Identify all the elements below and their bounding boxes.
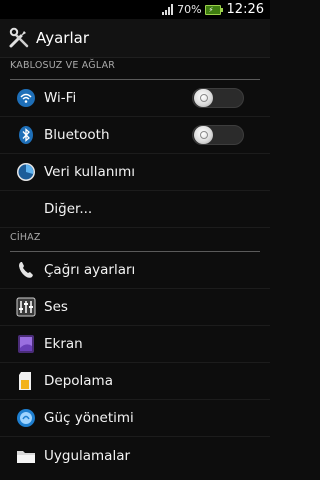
power-label: Güç yönetimi [44, 410, 134, 426]
bluetooth-label: Bluetooth [44, 127, 110, 143]
display-label: Ekran [44, 336, 83, 352]
settings-item-bluetooth[interactable]: Bluetooth [0, 117, 270, 154]
settings-item-display[interactable]: Ekran [0, 326, 270, 363]
settings-item-call[interactable]: Çağrı ayarları [0, 252, 270, 289]
more-label: Diğer... [44, 201, 93, 217]
apps-folder-icon [16, 446, 36, 466]
data-usage-icon [16, 162, 36, 182]
call-settings-label: Çağrı ayarları [44, 262, 136, 278]
settings-item-data-usage[interactable]: Veri kullanımı [0, 154, 270, 191]
storage-label: Depolama [44, 373, 113, 389]
storage-sd-card-icon [16, 371, 36, 391]
wifi-toggle[interactable] [192, 88, 244, 108]
signal-strength-icon [162, 4, 174, 15]
status-bar: 70% ⚡ 12:26 [0, 0, 270, 19]
sound-equalizer-icon [16, 297, 36, 317]
settings-tools-icon[interactable] [8, 27, 30, 49]
settings-item-more[interactable]: Diğer... [0, 191, 270, 228]
action-bar: Ayarlar [0, 19, 270, 58]
clock: 12:26 [226, 2, 264, 17]
data-usage-label: Veri kullanımı [44, 164, 136, 180]
section-header-wireless: KABLOSUZ VE AĞLAR [10, 60, 260, 80]
power-management-icon [16, 408, 36, 428]
page-title: Ayarlar [36, 29, 90, 47]
settings-item-storage[interactable]: Depolama [0, 363, 270, 400]
section-header-device: CİHAZ [10, 232, 260, 252]
wifi-label: Wi-Fi [44, 90, 77, 106]
apps-label: Uygulamalar [44, 447, 131, 464]
wifi-icon [16, 88, 36, 108]
bluetooth-toggle[interactable] [192, 125, 244, 145]
settings-item-apps[interactable]: Uygulamalar [0, 437, 270, 474]
settings-item-sound[interactable]: Ses [0, 289, 270, 326]
toggle-knob [194, 89, 213, 107]
battery-charging-icon: ⚡ [204, 4, 223, 15]
sound-label: Ses [44, 299, 68, 315]
bluetooth-icon [16, 125, 36, 145]
toggle-knob [194, 126, 213, 144]
battery-percent: 70% [177, 3, 202, 16]
phone-icon [16, 260, 36, 280]
display-icon [16, 334, 36, 354]
settings-item-wifi[interactable]: Wi-Fi [0, 80, 270, 117]
settings-item-power[interactable]: Güç yönetimi [0, 400, 270, 437]
